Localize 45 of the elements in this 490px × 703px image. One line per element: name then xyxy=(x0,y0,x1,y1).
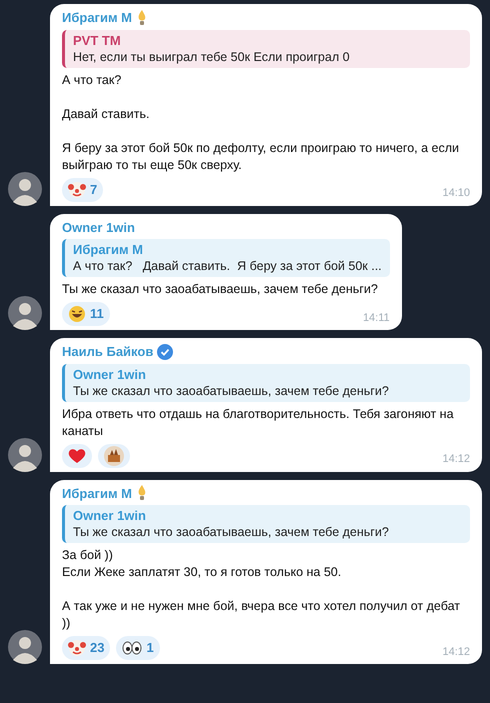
sender-name[interactable]: Ибрагим М xyxy=(62,484,132,503)
message-time: 14:11 xyxy=(362,310,390,326)
avatar[interactable] xyxy=(8,438,42,472)
eyes-icon xyxy=(122,641,142,655)
reaction-chip[interactable] xyxy=(98,444,130,468)
reaction-chip[interactable]: 1 xyxy=(116,636,160,660)
reaction-count: 1 xyxy=(146,639,154,658)
reaction-count: 11 xyxy=(90,305,104,324)
message-text: За бой )) Если Жеке заплатят 30, то я готов только на 50. А так уже и не нужен мне бой, вчера все что хотел получил от дебат )) xyxy=(62,547,461,632)
castle-icon xyxy=(104,446,124,466)
message-time: 14:12 xyxy=(442,644,470,660)
reply-author: Ибрагим М xyxy=(73,241,144,258)
reaction-count: 23 xyxy=(90,639,104,658)
message-text: Ибра ответь что отдашь на благотворительность. Тебя загоняют на канаты xyxy=(62,406,455,440)
reaction-chip[interactable]: 23 xyxy=(62,636,110,660)
verified-icon xyxy=(157,344,174,360)
message-text: Ты же сказал что заоабатываешь, зачем тебе деньги? xyxy=(62,281,379,298)
reply-quote[interactable]: Owner 1win Ты же сказал что заоабатываешь, зачем тебе деньги? xyxy=(62,505,470,543)
reply-quote[interactable]: Ибрагим М А что так? Давай ставить. Я беру за этот бой 50к ... xyxy=(62,239,390,277)
reply-text: А что так? Давай ставить. Я беру за этот бой 50к ... xyxy=(73,258,382,275)
avatar[interactable] xyxy=(8,296,42,330)
message-time: 14:10 xyxy=(442,186,470,201)
sender-name[interactable]: Наиль Байков xyxy=(62,342,154,362)
avatar[interactable] xyxy=(8,630,42,664)
clown-face-icon xyxy=(68,180,86,198)
reply-author: Owner 1win xyxy=(73,366,147,382)
reaction-chip[interactable]: 11 xyxy=(62,302,110,326)
reaction-count: 7 xyxy=(90,180,98,199)
message-time: 14:12 xyxy=(442,452,470,467)
reaction-chip[interactable] xyxy=(62,444,92,468)
clown-face-icon xyxy=(68,639,86,657)
heart-icon xyxy=(68,448,86,464)
reply-author: Owner 1win xyxy=(73,507,147,524)
reply-text: Нет, если ты выиграл тебе 50к Если проиграл 0 xyxy=(73,48,351,66)
avatar[interactable] xyxy=(8,172,42,206)
reply-quote[interactable]: PVT TM Нет, если ты выиграл тебе 50к Если проиграл 0 xyxy=(62,30,470,68)
reaction-chip[interactable]: 7 xyxy=(62,178,104,202)
sender-name[interactable]: Ибрагим М xyxy=(62,8,132,28)
reply-author: PVT TM xyxy=(73,32,122,48)
sender-name[interactable]: Owner 1win xyxy=(62,218,135,237)
reply-text: Ты же сказал что заоабатываешь, зачем тебе деньги? xyxy=(73,382,390,400)
laughing-face-icon xyxy=(68,305,86,323)
reply-text: Ты же сказал что заоабатываешь, зачем тебе деньги? xyxy=(73,524,390,541)
reply-quote[interactable]: Owner 1win Ты же сказал что заоабатываешь, зачем тебе деньги? xyxy=(62,364,470,402)
message-text: А что так? Давай ставить. Я беру за этот бой 50к по дефолту, если проиграю то ничего, а если выйграю то ты еще 50к сверху. xyxy=(62,72,460,174)
